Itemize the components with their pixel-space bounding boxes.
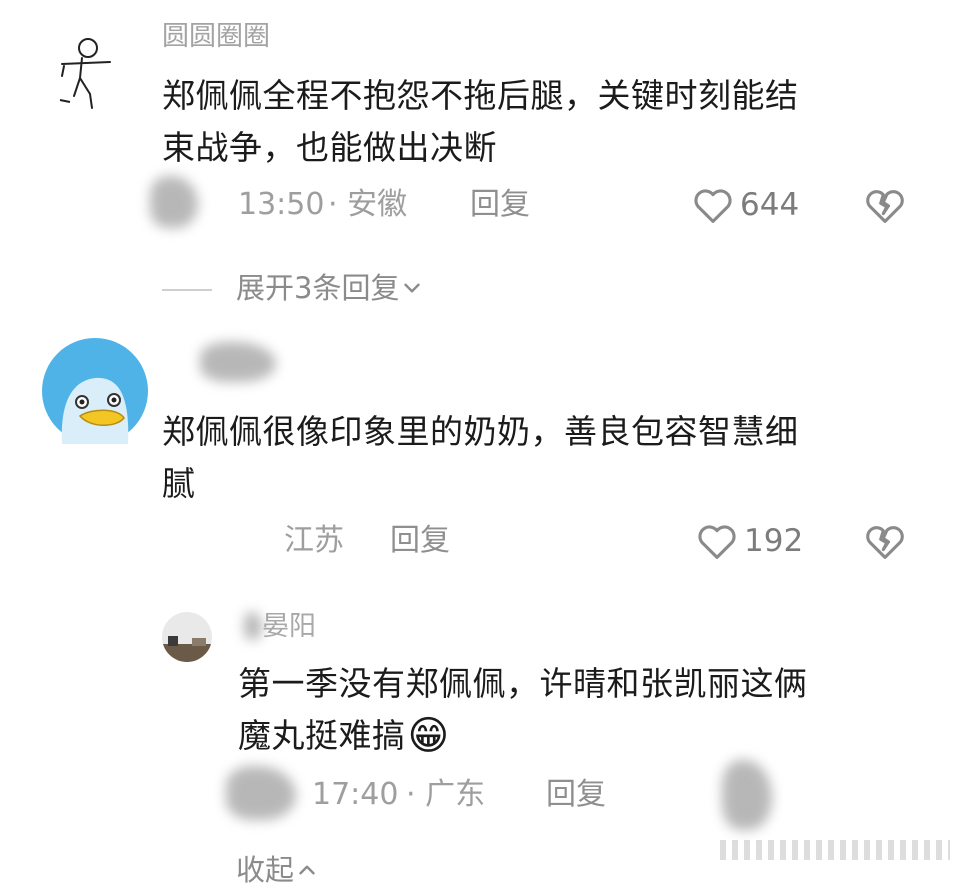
avatar-stick-figure[interactable] [52,36,116,112]
heart-icon [698,525,736,559]
broken-heart-icon[interactable] [864,186,906,224]
blurred-username-overlay [200,342,276,382]
username[interactable]: 晏阳 [262,610,316,644]
blurred-username-overlay [244,612,262,640]
watermark [720,840,950,860]
like-count: 192 [744,523,804,559]
reply-text-line-1: 第一季没有郑佩佩，许晴和张凯丽这俩 [238,664,808,703]
collapse-replies-button[interactable]: 收起 [236,852,320,888]
blurred-avatar-overlay [150,176,198,228]
divider-line [162,289,212,291]
expand-replies-button[interactable]: 展开3条回复 [236,270,425,306]
reply-button[interactable]: 回复 [470,187,530,223]
like-button[interactable]: 192 [696,522,803,560]
chevron-up-icon [299,865,315,875]
comment-text-line-2: 腻 [162,464,196,503]
comment-text-line-1: 郑佩佩全程不抱怨不拖后腿，关键时刻能结 [162,76,799,115]
blurred-overlay [722,760,772,830]
like-count: 644 [740,187,800,223]
avatar-duck[interactable] [40,336,150,446]
broken-heart-icon[interactable] [864,522,906,560]
timestamp: 17:40 [312,777,399,812]
location: 江苏 [284,523,344,558]
expand-replies-label: 展开3条回复 [236,271,400,305]
reply-button[interactable]: 回复 [390,523,450,559]
chevron-down-icon [404,283,421,293]
location: · 安徽 [328,187,408,222]
reply-text-line-2: 魔丸挺难搞 😁 [238,710,450,762]
reply-text-line-2-text: 魔丸挺难搞 [238,716,406,755]
like-button[interactable]: 644 [692,186,799,224]
grin-emoji: 😁 [407,713,450,759]
timestamp: 13:50 [238,187,325,222]
reply-button[interactable]: 回复 [546,777,606,813]
comment-text-line-2: 束战争，也能做出决断 [162,128,497,167]
username[interactable]: 圆圆圈圈 [162,20,270,54]
blurred-overlay [226,766,296,820]
heart-icon [694,189,732,223]
comment-text-line-1: 郑佩佩很像印象里的奶奶，善良包容智慧细 [162,412,799,451]
collapse-label: 收起 [236,853,295,887]
avatar-photo[interactable] [162,612,212,662]
location: · 广东 [406,777,486,812]
